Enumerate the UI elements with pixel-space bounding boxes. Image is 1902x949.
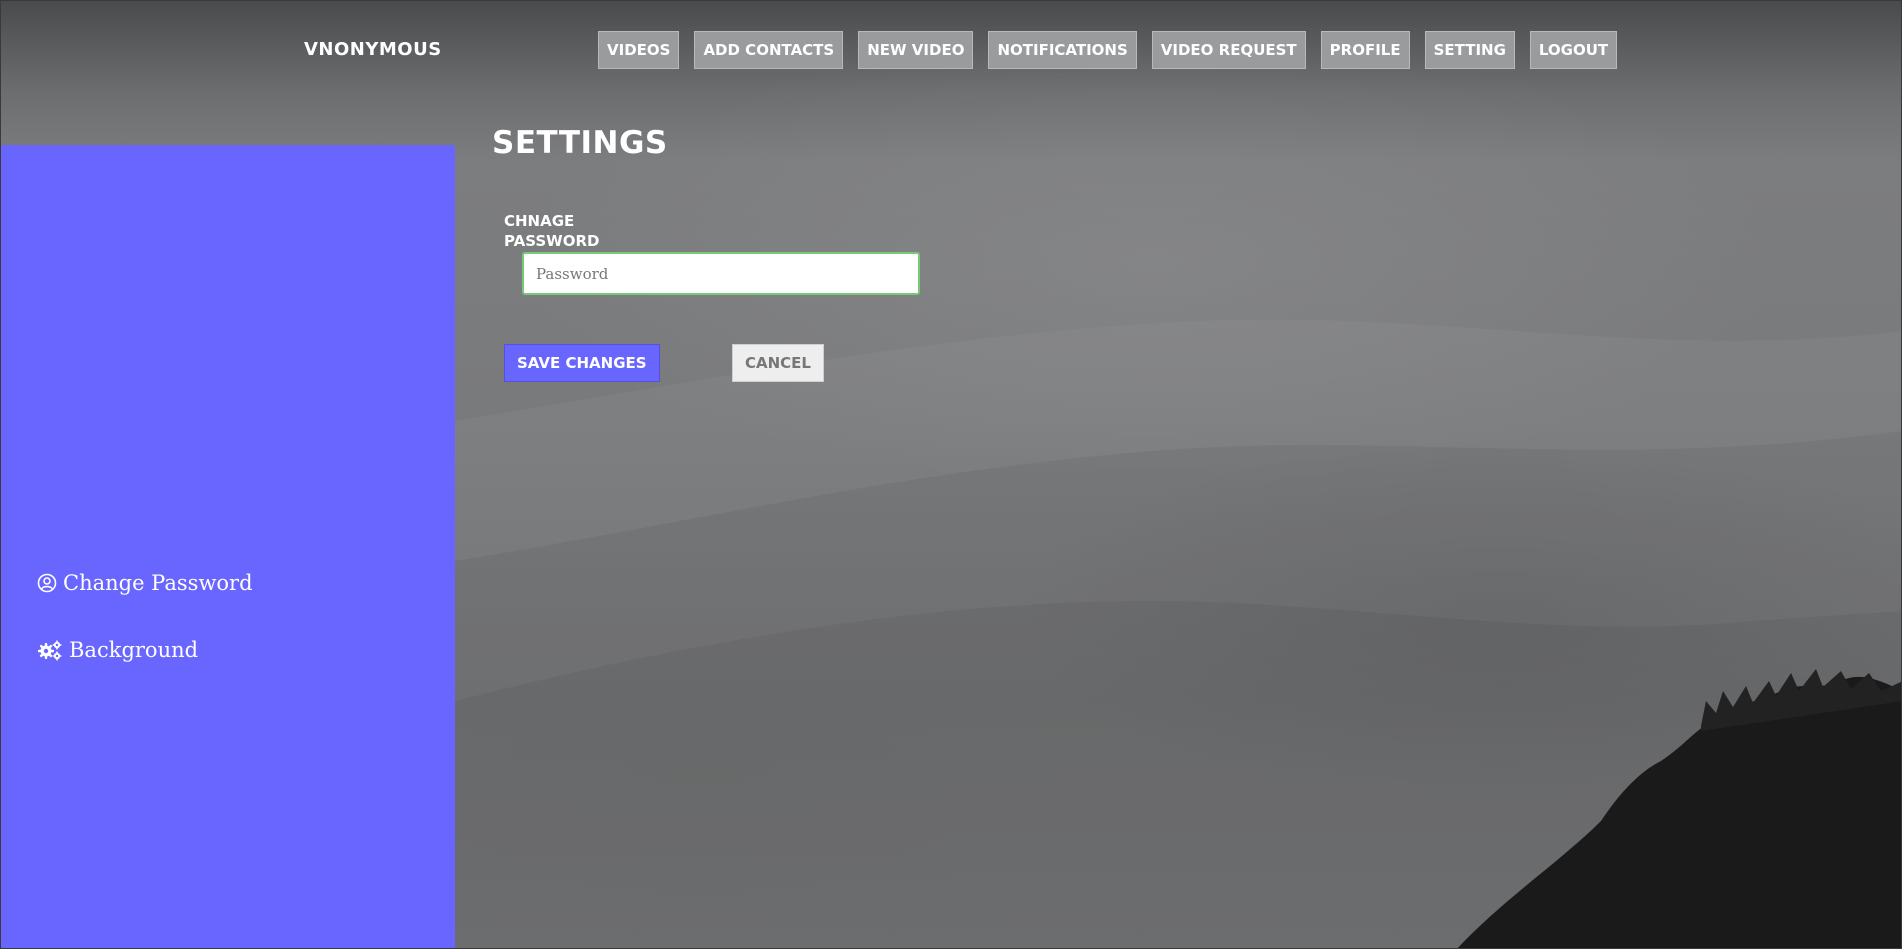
nav-add-contacts-button[interactable]: ADD CONTACTS <box>694 31 844 69</box>
nav-new-video-button[interactable]: NEW VIDEO <box>858 31 974 69</box>
nav-setting-button[interactable]: SETTING <box>1424 31 1515 69</box>
nav-profile-button[interactable]: PROFILE <box>1320 31 1410 69</box>
sidebar-item-label: Background <box>69 638 199 662</box>
sidebar-item-background[interactable]: Background <box>37 638 198 662</box>
brand-logo[interactable]: VNONYMOUS <box>304 39 442 60</box>
user-circle-icon <box>37 573 57 593</box>
settings-sidebar: Change Password Background <box>1 145 455 948</box>
nav-logout-button[interactable]: LOGOUT <box>1529 31 1618 69</box>
nav-video-request-button[interactable]: VIDEO REQUEST <box>1151 31 1306 69</box>
app-window: VNONYMOUS VIDEOS ADD CONTACTS NEW VIDEO … <box>0 0 1902 949</box>
password-input[interactable] <box>522 252 920 295</box>
nav-videos-button[interactable]: VIDEOS <box>598 31 680 69</box>
change-password-label: CHNAGE PASSWORD <box>504 212 600 250</box>
save-changes-button[interactable]: SAVE CHANGES <box>504 344 660 382</box>
top-nav: VIDEOS ADD CONTACTS NEW VIDEO NOTIFICATI… <box>598 31 1618 69</box>
nav-notifications-button[interactable]: NOTIFICATIONS <box>988 31 1137 69</box>
sidebar-item-change-password[interactable]: Change Password <box>37 571 253 595</box>
gears-icon <box>37 639 63 661</box>
sidebar-item-label: Change Password <box>63 571 253 595</box>
cancel-button[interactable]: CANCEL <box>732 344 824 382</box>
page-title: SETTINGS <box>492 125 668 161</box>
